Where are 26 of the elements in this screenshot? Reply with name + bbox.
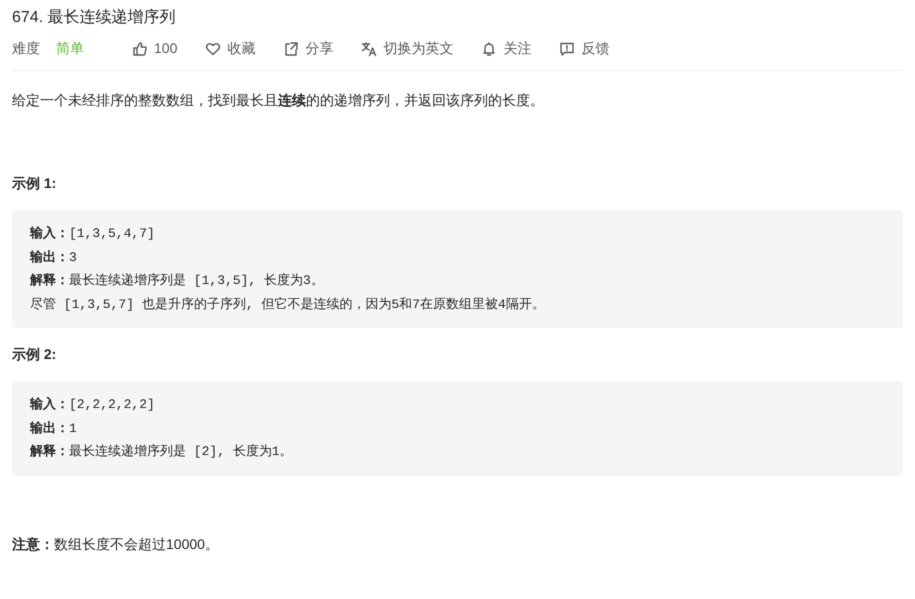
feedback-button[interactable]: 反馈 <box>559 38 610 60</box>
description-text: 给定一个未经排序的整数数组，找到最长且连续的的递增序列，并返回该序列的长度。 <box>12 91 545 110</box>
share-icon <box>283 40 300 57</box>
follow-button[interactable]: 关注 <box>481 38 532 60</box>
note-text: 注意：数组长度不会超过10000。 <box>12 534 220 554</box>
like-button[interactable]: 100 <box>132 38 178 60</box>
difficulty-label: 难度 <box>12 39 40 58</box>
favorite-button[interactable]: 收藏 <box>205 38 256 60</box>
example-line: 输入：[1,3,5,4,7] <box>30 224 156 244</box>
feedback-icon <box>559 40 576 57</box>
example-line: 输入：[2,2,2,2,2] <box>30 396 156 414</box>
share-button[interactable]: 分享 <box>283 38 334 60</box>
thumbs-up-icon <box>132 40 148 57</box>
difficulty-value: 简单 <box>56 39 84 58</box>
example-line: 输出：3 <box>30 248 78 267</box>
heart-icon <box>205 40 222 57</box>
translate-button[interactable]: 切换为英文 <box>361 38 454 60</box>
example-line: 输出：1 <box>30 420 78 438</box>
problem-title: 674. 最长连续递增序列 <box>12 8 177 28</box>
example-line: 尽管 [1,3,5,7] 也是升序的子序列, 但它不是连续的，因为5和7在原数组里被4隔开。 <box>30 296 546 314</box>
example-heading: 示例 1: <box>12 174 58 194</box>
translate-icon <box>361 40 378 57</box>
example-line: 解释：最长连续递增序列是 [1,3,5], 长度为3。 <box>30 272 325 290</box>
example-line: 解释：最长连续递增序列是 [2], 长度为1。 <box>30 443 294 462</box>
example-heading: 示例 2: <box>12 345 58 364</box>
bell-icon <box>481 40 498 57</box>
